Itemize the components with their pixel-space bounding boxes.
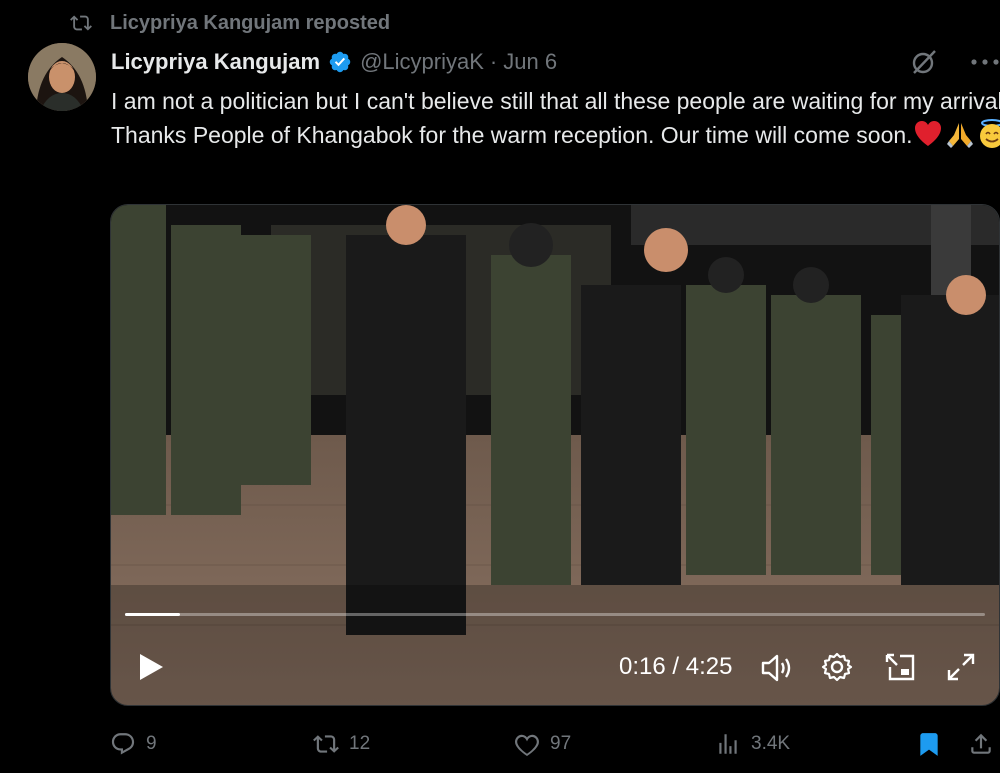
share-icon bbox=[971, 733, 991, 754]
views-icon bbox=[719, 734, 737, 754]
tweet-actions: 9 12 97 3.4K bbox=[110, 726, 1000, 762]
tweet-text: I am not a politician but I can't believ… bbox=[111, 84, 1000, 152]
fullscreen-icon[interactable] bbox=[946, 652, 976, 682]
video-progress-fill bbox=[125, 613, 181, 616]
retweet-icon bbox=[313, 735, 339, 753]
views-button[interactable]: 3.4K bbox=[715, 726, 790, 762]
repost-icon bbox=[70, 15, 92, 31]
retweet-count: 12 bbox=[349, 733, 371, 754]
play-icon[interactable] bbox=[135, 652, 165, 682]
repost-label: Licypriya Kangujam reposted bbox=[110, 11, 391, 34]
separator-dot: · bbox=[489, 49, 498, 74]
red-heart-emoji bbox=[914, 121, 941, 146]
video-player[interactable]: 0:16 / 4:25 bbox=[110, 204, 1000, 706]
grok-icon[interactable] bbox=[910, 48, 938, 76]
video-time: 0:16 / 4:25 bbox=[619, 653, 733, 680]
tweet-header: Licypriya Kangujam @LicypriyaK · Jun 6 bbox=[111, 45, 1000, 79]
display-name[interactable]: Licypriya Kangujam bbox=[111, 49, 320, 75]
heart-icon bbox=[515, 734, 539, 757]
settings-icon[interactable] bbox=[821, 651, 853, 683]
like-count: 97 bbox=[550, 733, 572, 754]
handle[interactable]: @LicypriyaK bbox=[360, 49, 484, 75]
more-icon[interactable] bbox=[970, 57, 1000, 67]
bookmark-button[interactable] bbox=[916, 726, 952, 762]
volume-icon[interactable] bbox=[761, 653, 793, 683]
views-count: 3.4K bbox=[751, 733, 791, 754]
share-button[interactable] bbox=[968, 726, 1000, 762]
reply-icon bbox=[111, 733, 135, 755]
reply-count: 9 bbox=[146, 733, 157, 754]
repost-header[interactable]: Licypriya Kangujam reposted bbox=[68, 10, 390, 36]
video-progress-bar[interactable] bbox=[125, 613, 985, 616]
smiling-halo-emoji bbox=[979, 119, 1000, 148]
header-actions bbox=[910, 45, 1000, 79]
retweet-button[interactable]: 12 bbox=[313, 726, 370, 762]
bookmark-icon bbox=[920, 733, 938, 756]
tweet-date[interactable]: Jun 6 bbox=[503, 49, 557, 75]
verified-badge-icon[interactable] bbox=[328, 50, 352, 74]
avatar[interactable] bbox=[28, 43, 96, 111]
like-button[interactable]: 97 bbox=[514, 726, 571, 762]
avatar-image bbox=[28, 43, 96, 111]
reply-button[interactable]: 9 bbox=[110, 726, 157, 762]
folded-hands-emoji bbox=[946, 123, 973, 148]
picture-in-picture-icon[interactable] bbox=[884, 652, 916, 682]
video-frame bbox=[111, 205, 999, 705]
tweet-body: I am not a politician but I can't believ… bbox=[111, 88, 1000, 148]
